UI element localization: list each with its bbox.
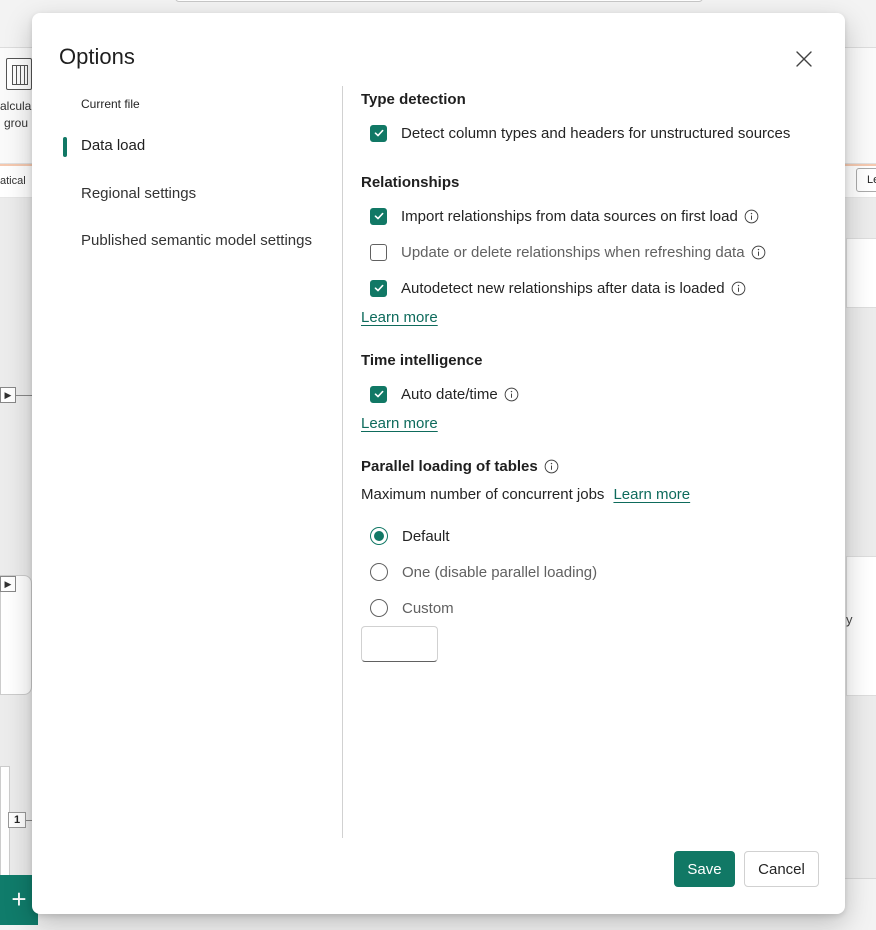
cancel-button[interactable]: Cancel [744,851,819,887]
option-label: Update or delete relationships when refr… [401,243,745,261]
nav-item-regional-settings[interactable]: Regional settings [81,185,196,202]
checkmark-icon [374,284,383,292]
detect-column-types-checkbox[interactable] [370,124,387,142]
info-icon[interactable] [731,281,746,296]
info-icon[interactable] [744,209,759,224]
section-title-type-detection: Type detection [361,91,466,108]
formula-bar-label: atical [0,175,26,187]
checkmark-icon [374,129,383,137]
option-default: Default [370,526,450,546]
option-label: Auto date/time [401,385,498,403]
default-radio[interactable] [370,527,388,545]
one-disable-parallel-radio[interactable] [370,563,388,581]
option-label: Default [402,527,450,545]
cardinality-badge: 1 [8,812,26,828]
option-auto-date-time: Auto date/time [370,384,519,404]
dialog-title: Options [59,44,135,69]
save-button[interactable]: Save [674,851,735,887]
app-search-box[interactable] [175,0,703,2]
nav-active-indicator [63,137,67,157]
nav-item-published-semantic-model-settings[interactable]: Published semantic model settings [81,232,312,249]
auto-date-time-checkbox[interactable] [370,385,387,403]
calculator-icon[interactable] [6,58,32,90]
ribbon-right-button[interactable]: Le [856,168,876,192]
table-card-text: y [846,612,853,627]
info-icon[interactable] [504,387,519,402]
info-icon[interactable] [751,245,766,260]
table-card[interactable] [0,575,32,695]
option-label: Autodetect new relationships after data … [401,279,725,297]
option-one-disable-parallel: One (disable parallel loading) [370,562,597,582]
option-update-delete-relationships: Update or delete relationships when refr… [370,242,766,262]
table-card[interactable] [846,238,876,308]
close-icon [796,51,812,67]
panel-divider [342,86,343,838]
option-label: One (disable parallel loading) [402,563,598,581]
ribbon-button-label[interactable]: alcula grou [0,98,34,132]
checkmark-icon [374,390,383,398]
autodetect-relationships-checkbox[interactable] [370,279,387,297]
relationship-line [16,395,32,396]
checkmark-icon [374,212,383,220]
section-title-relationships: Relationships [361,174,460,191]
update-delete-relationships-checkbox[interactable] [370,243,387,261]
section-title-parallel-loading: Parallel loading of tables [361,458,559,475]
info-icon[interactable] [544,459,559,474]
custom-jobs-input[interactable] [361,626,438,662]
option-custom: Custom [370,598,454,618]
parallel-loading-learn-more-link[interactable]: Learn more [613,486,690,503]
option-label: Detect column types and headers for unst… [401,124,791,142]
close-button[interactable] [792,47,816,71]
option-import-relationships: Import relationships from data sources o… [370,206,759,226]
option-detect-column-types: Detect column types and headers for unst… [370,123,790,143]
nav-section-header: Current file [81,97,140,111]
expand-arrow-icon[interactable]: ▶ [0,387,16,403]
description-text: Maximum number of concurrent jobs [361,486,605,503]
option-label: Import relationships from data sources o… [401,207,738,225]
section-title-text: Parallel loading of tables [361,458,538,475]
import-relationships-checkbox[interactable] [370,207,387,225]
parallel-loading-description: Maximum number of concurrent jobs Learn … [361,486,690,503]
option-label: Custom [402,599,454,617]
custom-radio[interactable] [370,599,388,617]
expand-arrow-icon[interactable]: ▶ [0,576,16,592]
options-dialog: Options Current file Data load Regional … [32,13,845,914]
nav-item-data-load[interactable]: Data load [81,137,145,154]
time-intelligence-learn-more-link[interactable]: Learn more [361,415,438,432]
option-autodetect-relationships: Autodetect new relationships after data … [370,278,746,298]
relationships-learn-more-link[interactable]: Learn more [361,309,438,326]
section-title-time-intelligence: Time intelligence [361,352,483,369]
